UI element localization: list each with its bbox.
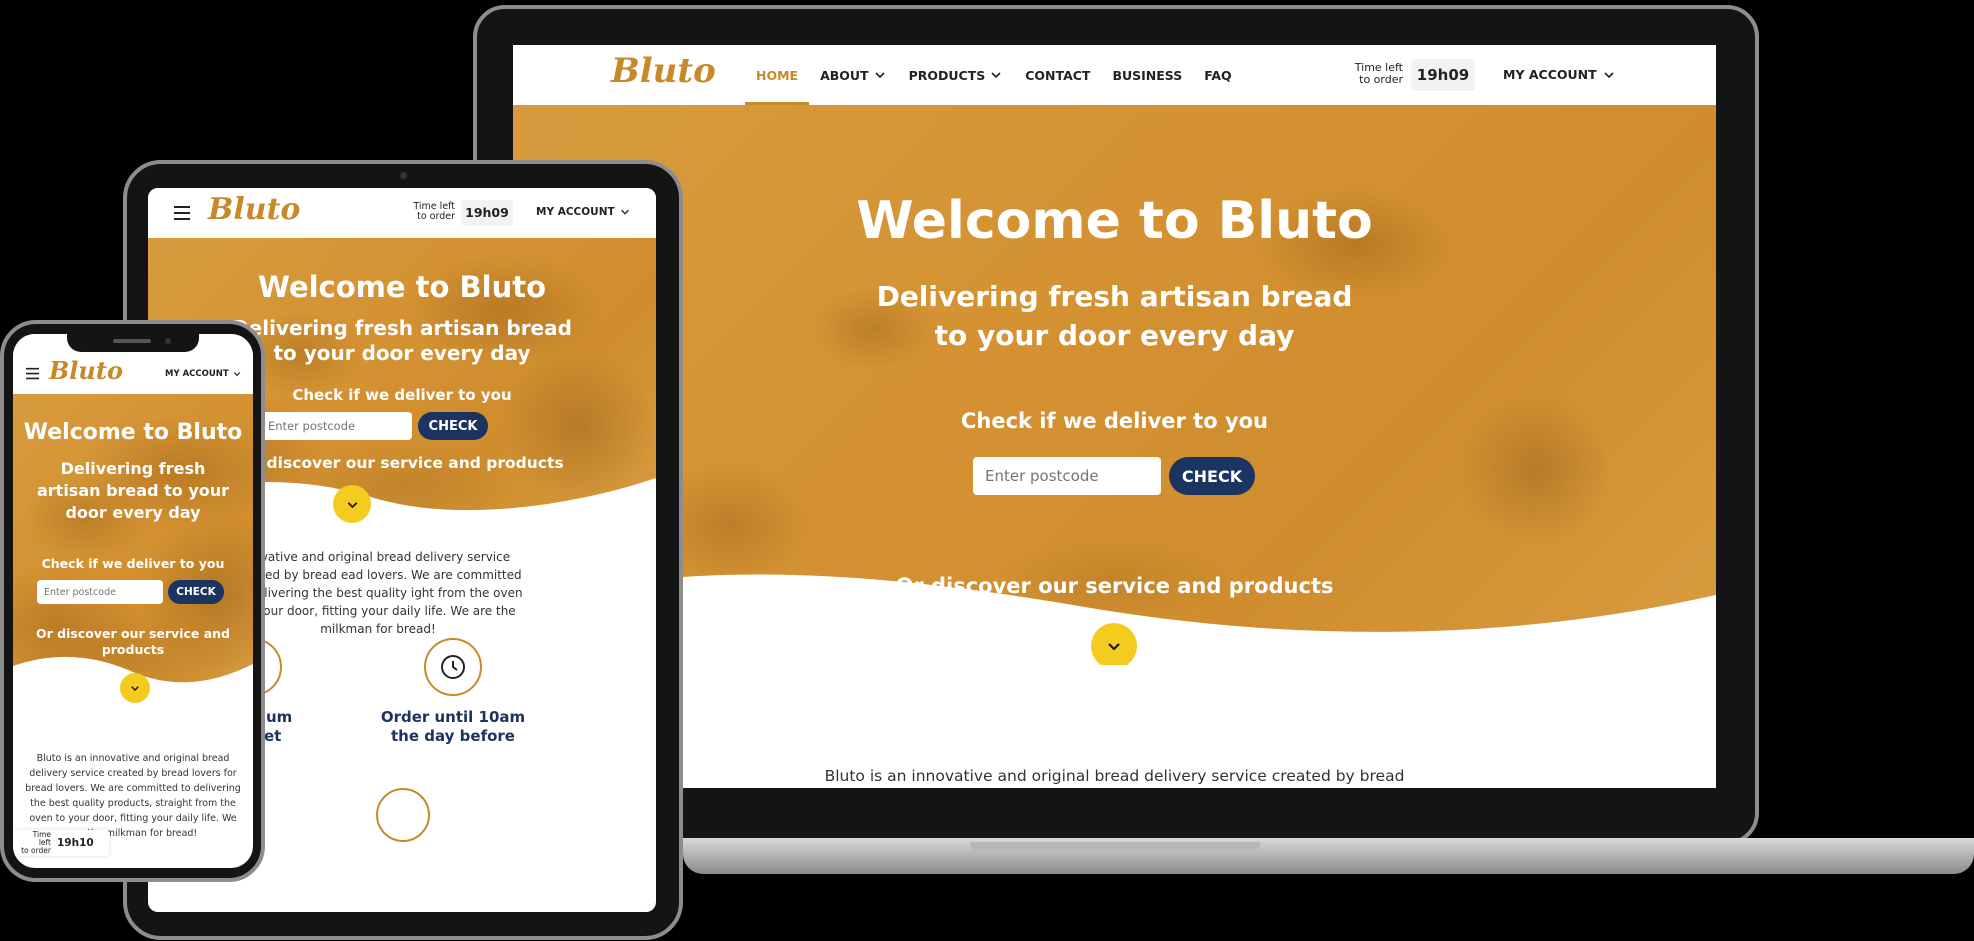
hero-banner: Welcome to Bluto Delivering fresh artisa…: [13, 394, 253, 704]
nav-item-products[interactable]: PRODUCTS: [898, 68, 1015, 83]
feature-caption: Order until 10am the day before: [378, 708, 528, 746]
chevron-down-icon: [620, 209, 629, 215]
my-account-menu[interactable]: MY ACCOUNT: [165, 369, 242, 379]
nav-item-faq[interactable]: FAQ: [1193, 68, 1242, 83]
discover-text: Or discover our service and products: [36, 626, 230, 657]
bluto-logo[interactable]: Bluto: [49, 356, 123, 385]
check-button[interactable]: CHECK: [418, 412, 488, 440]
scroll-down-button[interactable]: [1091, 623, 1137, 665]
bluto-logo[interactable]: Bluto: [611, 51, 716, 91]
phone-speaker: [113, 339, 151, 343]
feature-icon-circle: [376, 788, 430, 842]
feature-order-deadline: Order until 10am the day before: [378, 638, 528, 746]
my-account-label: MY ACCOUNT: [1503, 67, 1597, 82]
time-left-line2: to order: [417, 210, 455, 222]
chevron-down-icon: [131, 686, 139, 692]
nav-item-label: FAQ: [1204, 67, 1232, 83]
laptop-base-notch: [970, 842, 1260, 850]
time-left-label: Time left to order: [403, 202, 455, 222]
my-account-menu[interactable]: MY ACCOUNT: [536, 206, 631, 218]
phone-camera: [165, 338, 171, 344]
tablet-camera: [400, 172, 407, 179]
phone-screen: Bluto MY ACCOUNT Welcome to Bluto Delive…: [13, 334, 253, 868]
chevron-down-icon: [1604, 71, 1614, 78]
nav-item-home[interactable]: HOME: [745, 45, 810, 105]
laptop-screen: Bluto HOME ABOUT PRODUCTS CONTACT BUSINE…: [513, 45, 1716, 788]
floating-timer: Time left to order 19h10: [13, 830, 109, 856]
laptop-base: [683, 838, 1974, 874]
clock-icon: [441, 655, 465, 679]
postcode-form: CHECK: [259, 412, 488, 440]
delivery-check-label: Check if we deliver to you: [960, 409, 1269, 433]
delivery-check-label: Check if we deliver to you: [41, 556, 225, 571]
postcode-form: CHECK: [37, 580, 224, 604]
my-account-label: MY ACCOUNT: [165, 369, 229, 379]
time-left-line2: to order: [1359, 72, 1403, 86]
my-account-label: MY ACCOUNT: [536, 206, 615, 218]
chevron-down-icon: [347, 501, 357, 508]
time-left-line1: Time left: [32, 830, 51, 848]
main-nav: HOME ABOUT PRODUCTS CONTACT BUSINESS FAQ: [745, 45, 1243, 105]
nav-item-contact[interactable]: CONTACT: [1014, 68, 1101, 83]
my-account-menu[interactable]: MY ACCOUNT: [1503, 67, 1616, 82]
order-countdown: 19h09: [461, 200, 513, 226]
check-button[interactable]: CHECK: [1169, 457, 1255, 495]
chevron-down-icon: [1108, 643, 1120, 651]
feature-icon-circle: [424, 638, 482, 696]
hero-title: Welcome to Bluto: [257, 270, 547, 304]
postcode-input[interactable]: [973, 457, 1161, 495]
tablet-navbar: Bluto Time left to order 19h09 MY ACCOUN…: [148, 188, 656, 238]
feature-caption-line2: the day before: [391, 727, 515, 745]
hero-title: Welcome to Bluto: [23, 420, 243, 445]
nav-item-label: CONTACT: [1025, 67, 1091, 83]
feature-caption-line1: Order until 10am: [380, 708, 526, 726]
time-left-line1: Time left: [1354, 61, 1403, 74]
time-left-label: Time left to order: [21, 831, 51, 855]
hero-subtitle-line1: Delivering fresh artisan bread: [876, 280, 1353, 313]
chevron-down-icon: [875, 72, 885, 79]
nav-item-label: BUSINESS: [1112, 67, 1183, 83]
time-left-label: Time left to order: [1343, 62, 1403, 85]
order-countdown: 19h09: [1411, 59, 1475, 91]
check-button[interactable]: CHECK: [168, 580, 224, 604]
intro-text: novative and original bread delivery ser…: [233, 550, 523, 636]
order-countdown: 19h10: [57, 837, 94, 849]
nav-item-about[interactable]: ABOUT: [809, 68, 898, 83]
nav-item-label: ABOUT: [820, 67, 869, 83]
chevron-down-icon: [991, 72, 1001, 79]
intro-text: Bluto is an innovative and original brea…: [25, 753, 241, 839]
hero-title: Welcome to Bluto: [856, 191, 1373, 251]
scroll-down-button[interactable]: [120, 673, 150, 703]
laptop-navbar: Bluto HOME ABOUT PRODUCTS CONTACT BUSINE…: [513, 45, 1716, 105]
postcode-form: CHECK: [973, 457, 1255, 495]
scroll-down-button[interactable]: [333, 485, 371, 523]
hamburger-menu-icon[interactable]: [173, 205, 191, 221]
time-left-line2: to order: [21, 845, 51, 855]
bluto-logo[interactable]: Bluto: [208, 192, 300, 227]
hamburger-menu-icon[interactable]: [25, 367, 40, 380]
nav-item-business[interactable]: BUSINESS: [1101, 68, 1193, 83]
discover-text: Or discover our service and products: [895, 574, 1334, 598]
hero-subtitle-line2: to your door every day: [934, 319, 1295, 352]
postcode-input[interactable]: [37, 580, 163, 604]
hero-banner: Welcome to Bluto Delivering fresh artisa…: [513, 105, 1716, 665]
intro-text: Bluto is an innovative and original brea…: [824, 767, 1405, 785]
nav-item-label: HOME: [756, 67, 799, 83]
hero-subtitle: Delivering fresh artisan bread to your d…: [513, 277, 1716, 355]
postcode-input[interactable]: [259, 412, 412, 440]
nav-item-label: PRODUCTS: [908, 67, 986, 83]
hero-subtitle: Delivering fresh artisan bread to your d…: [36, 459, 230, 522]
chevron-down-icon: [233, 372, 240, 377]
